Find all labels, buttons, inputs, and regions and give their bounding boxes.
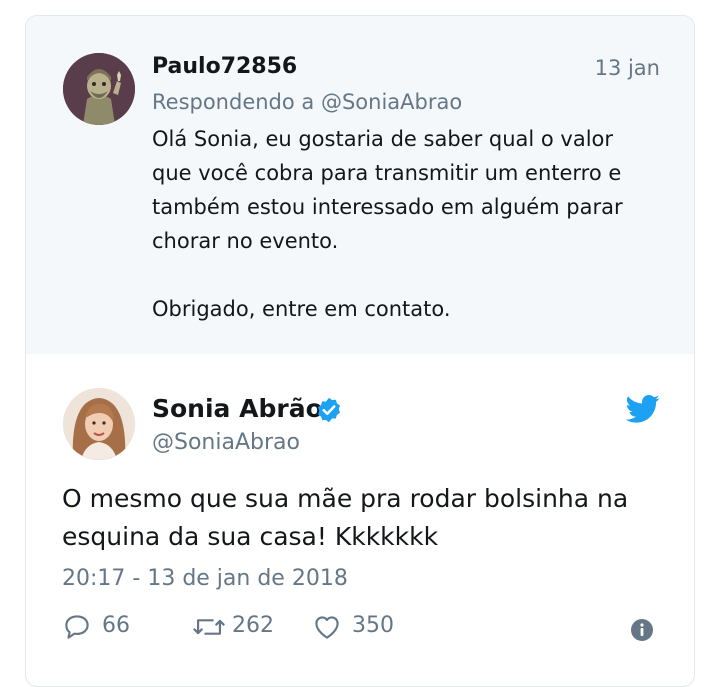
retweet-count: 262: [232, 613, 274, 638]
reply-tweet[interactable]: Paulo72856 13 jan Respondendo a @SoniaAb…: [26, 16, 694, 354]
reply-button[interactable]: 66: [62, 612, 142, 642]
author-handle[interactable]: @SoniaAbrao: [152, 430, 300, 455]
author-name[interactable]: Sonia Abrão: [152, 394, 323, 423]
replying-to: Respondendo a @SoniaAbrao: [152, 90, 463, 114]
retweet-icon: [193, 619, 225, 635]
reply-text: Olá Sonia, eu gostaria de saber qual o v…: [152, 122, 662, 326]
tweet-card: Paulo72856 13 jan Respondendo a @SoniaAb…: [25, 15, 695, 687]
twitter-bird-icon[interactable]: [626, 394, 660, 424]
tweet-text-line: esquina da sua casa! Kkkkkkk: [62, 522, 439, 551]
sonia-avatar[interactable]: [63, 388, 135, 460]
reply-text-line: Olá Sonia, eu gostaria de saber qual o v…: [152, 127, 614, 151]
reply-text-line: que você cobra para transmitir um enterr…: [152, 161, 622, 185]
like-button[interactable]: 350: [312, 612, 412, 642]
reply-author-name[interactable]: Paulo72856: [152, 54, 297, 79]
like-count: 350: [352, 613, 394, 638]
verified-icon: [318, 397, 340, 423]
tweet-text-line: O mesmo que sua mãe pra rodar bolsinha n…: [62, 484, 629, 513]
reply-text-blank: [152, 258, 662, 292]
info-icon[interactable]: [630, 618, 654, 642]
reply-count: 66: [102, 613, 130, 638]
reply-text-line: Obrigado, entre em contato.: [152, 297, 451, 321]
tweet-timestamp[interactable]: 20:17 - 13 de jan de 2018: [62, 566, 348, 591]
like-icon: [315, 616, 339, 639]
reply-date[interactable]: 13 jan: [595, 56, 660, 80]
reply-text-line: chorar no evento.: [152, 229, 339, 253]
paulo-avatar[interactable]: [63, 53, 135, 125]
retweet-button[interactable]: 262: [192, 612, 292, 642]
tweet-text: O mesmo que sua mãe pra rodar bolsinha n…: [62, 480, 628, 556]
reply-text-line: também estou interessado em alguém parar: [152, 195, 623, 219]
reply-icon: [65, 615, 89, 639]
